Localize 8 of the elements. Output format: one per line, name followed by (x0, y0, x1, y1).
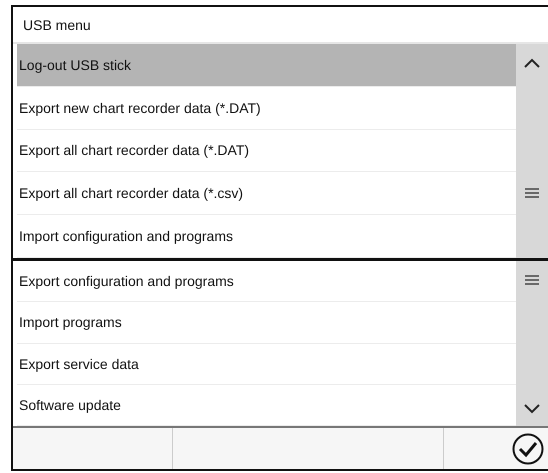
scroll-grip-icon[interactable] (525, 188, 539, 198)
menu-item[interactable]: Log-out USB stick (17, 44, 516, 87)
scrollbar[interactable] (516, 261, 548, 426)
scrollbar[interactable] (516, 44, 548, 258)
scroll-grip-icon[interactable] (525, 275, 539, 285)
scroll-up-icon[interactable] (524, 58, 540, 68)
confirm-check-icon[interactable] (512, 432, 544, 464)
scroll-down-icon[interactable] (524, 404, 540, 414)
